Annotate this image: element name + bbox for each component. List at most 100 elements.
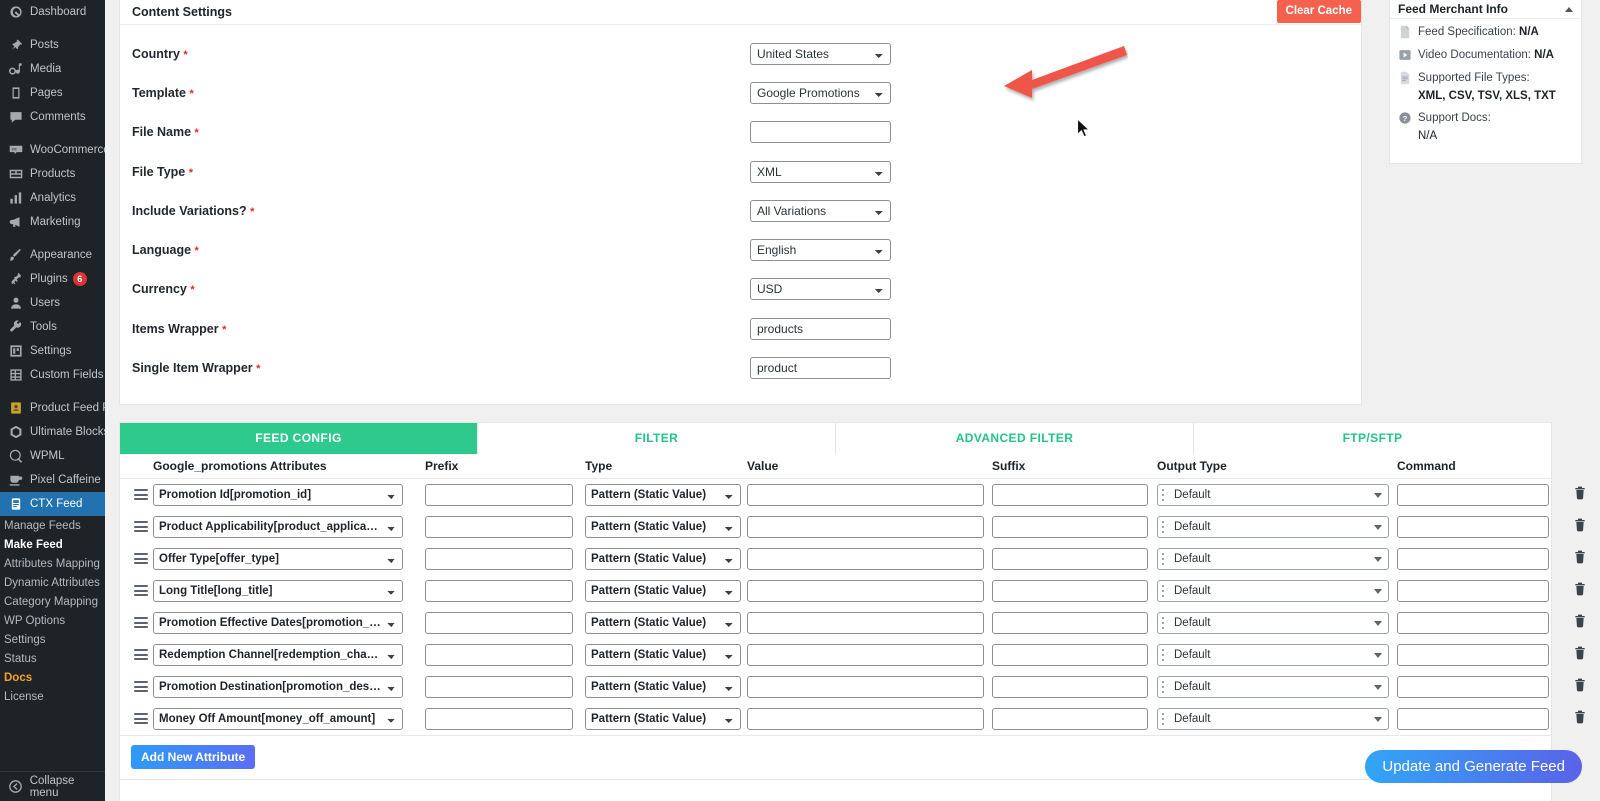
tab-advanced-filter[interactable]: ADVANCED FILTER bbox=[836, 422, 1194, 454]
add-new-attribute-button[interactable]: Add New Attribute bbox=[131, 744, 256, 769]
sidebar-submenu-status[interactable]: Status bbox=[0, 649, 105, 668]
clear-cache-button[interactable]: Clear Cache bbox=[1276, 0, 1361, 23]
sidebar-item-plugins[interactable]: Plugins 6 bbox=[0, 267, 105, 291]
trash-icon[interactable] bbox=[1573, 614, 1587, 631]
sidebar-item-pages[interactable]: Pages bbox=[0, 81, 105, 105]
value-input[interactable] bbox=[747, 579, 984, 602]
sidebar-submenu-dynamic-attributes[interactable]: Dynamic Attributes bbox=[0, 573, 105, 592]
sidebar-item-product-feed-pro[interactable]: Product Feed Pro bbox=[0, 396, 105, 420]
prefix-input[interactable] bbox=[425, 611, 573, 634]
sidebar-item-marketing[interactable]: Marketing bbox=[0, 210, 105, 234]
sidebar-item-analytics[interactable]: Analytics bbox=[0, 186, 105, 210]
output-type-select[interactable]: Default bbox=[1157, 515, 1389, 538]
sidebar-submenu-category-mapping[interactable]: Category Mapping bbox=[0, 592, 105, 611]
attribute-select[interactable]: Long Title[long_title] bbox=[153, 579, 403, 602]
collapse-menu-button[interactable]: Collapse menu bbox=[0, 771, 105, 801]
drag-handle-icon[interactable] bbox=[133, 489, 148, 501]
suffix-input[interactable] bbox=[992, 483, 1148, 506]
type-select[interactable]: Pattern (Static Value) bbox=[585, 675, 741, 698]
command-input[interactable] bbox=[1397, 675, 1549, 698]
command-input[interactable] bbox=[1397, 579, 1549, 602]
update-and-generate-feed-button[interactable]: Update and Generate Feed bbox=[1365, 750, 1582, 783]
sidebar-item-dashboard[interactable]: Dashboard bbox=[0, 0, 105, 24]
value-input[interactable] bbox=[747, 515, 984, 538]
attribute-select[interactable]: Promotion Id[promotion_id] bbox=[153, 483, 403, 506]
type-select[interactable]: Pattern (Static Value) bbox=[585, 707, 741, 730]
prefix-input[interactable] bbox=[425, 483, 573, 506]
sidebar-item-products[interactable]: Products bbox=[0, 162, 105, 186]
trash-icon[interactable] bbox=[1573, 518, 1587, 535]
tab-feed-config[interactable]: FEED CONFIG bbox=[120, 422, 478, 454]
output-type-select[interactable]: Default bbox=[1157, 483, 1389, 506]
sidebar-item-settings[interactable]: Settings bbox=[0, 339, 105, 363]
language-select[interactable]: English bbox=[750, 239, 891, 262]
drag-handle-icon[interactable] bbox=[133, 617, 148, 629]
sidebar-submenu-wp-options[interactable]: WP Options bbox=[0, 611, 105, 630]
suffix-input[interactable] bbox=[992, 707, 1148, 730]
output-type-select[interactable]: Default bbox=[1157, 643, 1389, 666]
sidebar-submenu-manage-feeds[interactable]: Manage Feeds bbox=[0, 516, 105, 535]
sidebar-item-custom-fields[interactable]: Custom Fields bbox=[0, 363, 105, 387]
sidebar-submenu-license[interactable]: License bbox=[0, 687, 105, 706]
items-wrapper-input[interactable] bbox=[750, 317, 891, 340]
country-select[interactable]: United States bbox=[750, 42, 891, 65]
currency-select[interactable]: USD bbox=[750, 278, 891, 301]
suffix-input[interactable] bbox=[992, 547, 1148, 570]
sidebar-item-tools[interactable]: Tools bbox=[0, 315, 105, 339]
value-input[interactable] bbox=[747, 547, 984, 570]
sidebar-item-users[interactable]: Users bbox=[0, 291, 105, 315]
output-type-select[interactable]: Default bbox=[1157, 579, 1389, 602]
sidebar-submenu-attributes-mapping[interactable]: Attributes Mapping bbox=[0, 554, 105, 573]
suffix-input[interactable] bbox=[992, 579, 1148, 602]
command-input[interactable] bbox=[1397, 515, 1549, 538]
file-type-select[interactable]: XML bbox=[750, 160, 891, 183]
command-input[interactable] bbox=[1397, 547, 1549, 570]
sidebar-item-media[interactable]: Media bbox=[0, 57, 105, 81]
attribute-select[interactable]: Offer Type[offer_type] bbox=[153, 547, 403, 570]
type-select[interactable]: Pattern (Static Value) bbox=[585, 547, 741, 570]
type-select[interactable]: Pattern (Static Value) bbox=[585, 611, 741, 634]
drag-handle-icon[interactable] bbox=[133, 681, 148, 693]
attribute-select[interactable]: Promotion Destination[promotion_destinat… bbox=[153, 675, 403, 698]
sidebar-item-posts[interactable]: Posts bbox=[0, 33, 105, 57]
output-type-select[interactable]: Default bbox=[1157, 675, 1389, 698]
type-select[interactable]: Pattern (Static Value) bbox=[585, 515, 741, 538]
suffix-input[interactable] bbox=[992, 611, 1148, 634]
drag-handle-icon[interactable] bbox=[133, 521, 148, 533]
sidebar-item-ultimate-blocks[interactable]: Ultimate Blocks bbox=[0, 420, 105, 444]
sidebar-submenu-settings[interactable]: Settings bbox=[0, 630, 105, 649]
value-input[interactable] bbox=[747, 643, 984, 666]
type-select[interactable]: Pattern (Static Value) bbox=[585, 483, 741, 506]
prefix-input[interactable] bbox=[425, 675, 573, 698]
tab-ftp-sftp[interactable]: FTP/SFTP bbox=[1194, 422, 1551, 454]
command-input[interactable] bbox=[1397, 707, 1549, 730]
command-input[interactable] bbox=[1397, 483, 1549, 506]
sidebar-item-wpml[interactable]: WPML bbox=[0, 444, 105, 468]
suffix-input[interactable] bbox=[992, 643, 1148, 666]
chevron-up-icon[interactable] bbox=[1565, 6, 1573, 12]
template-select[interactable]: Google Promotions bbox=[750, 81, 891, 104]
sidebar-submenu-make-feed[interactable]: Make Feed bbox=[0, 535, 105, 554]
single-item-wrapper-input[interactable] bbox=[750, 357, 891, 380]
command-input[interactable] bbox=[1397, 611, 1549, 634]
prefix-input[interactable] bbox=[425, 547, 573, 570]
sidebar-item-pixel-caffeine[interactable]: Pixel Caffeine bbox=[0, 468, 105, 492]
prefix-input[interactable] bbox=[425, 707, 573, 730]
trash-icon[interactable] bbox=[1573, 678, 1587, 695]
attribute-select[interactable]: Promotion Effective Dates[promotion_effe… bbox=[153, 611, 403, 634]
value-input[interactable] bbox=[747, 675, 984, 698]
attribute-select[interactable]: Money Off Amount[money_off_amount] bbox=[153, 707, 403, 730]
tab-filter[interactable]: FILTER bbox=[478, 422, 836, 454]
sidebar-item-appearance[interactable]: Appearance bbox=[0, 243, 105, 267]
type-select[interactable]: Pattern (Static Value) bbox=[585, 643, 741, 666]
trash-icon[interactable] bbox=[1573, 486, 1587, 503]
include-variations-select[interactable]: All Variations bbox=[750, 199, 891, 222]
attribute-select[interactable]: Redemption Channel[redemption_channel] bbox=[153, 643, 403, 666]
drag-handle-icon[interactable] bbox=[133, 649, 148, 661]
output-type-select[interactable]: Default bbox=[1157, 611, 1389, 634]
attribute-select[interactable]: Product Applicability[product_applicabil… bbox=[153, 515, 403, 538]
suffix-input[interactable] bbox=[992, 515, 1148, 538]
command-input[interactable] bbox=[1397, 643, 1549, 666]
trash-icon[interactable] bbox=[1573, 582, 1587, 599]
value-input[interactable] bbox=[747, 611, 984, 634]
